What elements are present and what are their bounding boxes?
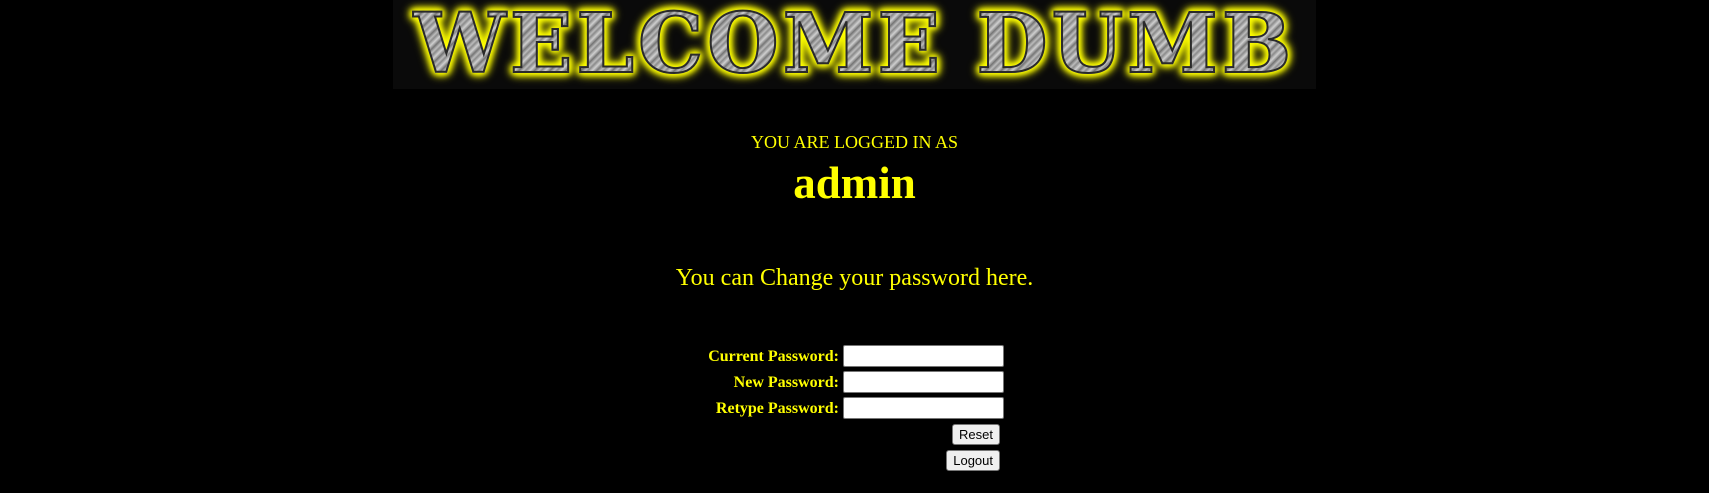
current-password-row: Current Password: [0, 345, 1709, 369]
retype-password-row: Retype Password: [0, 397, 1709, 421]
username-heading: admin [793, 158, 916, 208]
new-password-label: New Password: [733, 374, 839, 391]
retype-password-label: Retype Password: [715, 400, 839, 417]
retype-password-field[interactable] [843, 397, 1004, 419]
logout-button[interactable]: Logout [946, 450, 1000, 471]
change-password-message: You can Change your password here. [675, 265, 1034, 291]
new-password-row: New Password: [0, 371, 1709, 395]
logged-in-label: YOU ARE LOGGED IN AS [751, 132, 958, 152]
reset-button[interactable]: Reset [952, 424, 1000, 445]
current-password-field[interactable] [843, 345, 1004, 367]
welcome-banner: WELCOME DUMB [393, 0, 1316, 89]
banner-title: WELCOME DUMB [393, 0, 1316, 89]
current-password-label: Current Password: [708, 348, 839, 365]
new-password-field[interactable] [843, 371, 1004, 393]
